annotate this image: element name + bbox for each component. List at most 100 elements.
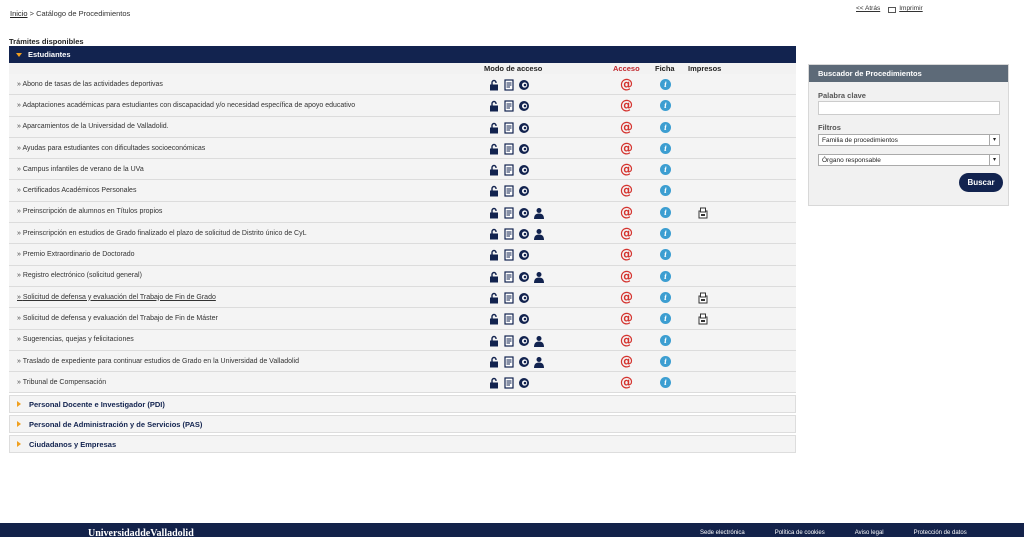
family-select[interactable]: Familia de procedimientos ▾ <box>818 134 1000 146</box>
access-mode-icons <box>488 356 545 370</box>
column-acceso: Acceso <box>613 64 640 73</box>
person-icon <box>533 356 545 370</box>
breadcrumb-home-link[interactable]: Inicio <box>10 9 28 18</box>
online-access-icon[interactable]: @ <box>620 290 633 305</box>
organ-select[interactable]: Órgano responsable ▾ <box>818 154 1000 166</box>
person-icon <box>533 207 545 221</box>
print-form-icon[interactable] <box>697 207 709 221</box>
procedure-link[interactable]: Premio Extraordinario de Doctorado <box>17 251 135 258</box>
table-row: Preinscripción en estudios de Grado fina… <box>9 223 796 245</box>
family-select-value: Familia de procedimientos <box>822 137 898 144</box>
online-access-icon[interactable]: @ <box>620 77 633 92</box>
procedure-link[interactable]: Preinscripción de alumnos en Títulos pro… <box>17 208 163 215</box>
online-access-icon[interactable]: @ <box>620 98 633 113</box>
procedure-link[interactable]: Adaptaciones académicas para estudiantes… <box>17 102 355 109</box>
info-icon[interactable]: i <box>660 142 671 154</box>
section-header-estudiantes[interactable]: Estudiantes <box>9 46 796 63</box>
online-access-icon[interactable]: @ <box>620 333 633 348</box>
procedure-link[interactable]: Abono de tasas de las actividades deport… <box>17 81 162 88</box>
footer-brand: UniversidaddeValladolid <box>88 528 194 537</box>
info-icon[interactable]: i <box>660 100 671 112</box>
info-icon[interactable]: i <box>660 228 671 240</box>
online-access-icon[interactable]: @ <box>620 269 633 284</box>
table-row: Ayudas para estudiantes con dificultades… <box>9 137 796 160</box>
info-icon[interactable]: i <box>660 164 671 176</box>
back-link[interactable]: << Atrás <box>856 5 880 12</box>
procedure-link[interactable]: Aparcamientos de la Universidad de Valla… <box>17 123 168 130</box>
procedure-link[interactable]: Certificados Académicos Personales <box>17 187 137 194</box>
eye-icon <box>518 271 530 285</box>
online-access-icon[interactable]: @ <box>620 375 633 390</box>
info-icon[interactable]: i <box>660 270 671 282</box>
document-icon <box>503 292 515 306</box>
table-row: Aparcamientos de la Universidad de Valla… <box>9 116 796 138</box>
lock-icon <box>488 313 500 327</box>
footer-link[interactable]: Protección de datos <box>914 530 967 536</box>
print-form-icon[interactable] <box>697 313 709 327</box>
procedure-link[interactable]: Solicitud de defensa y evaluación del Tr… <box>17 315 218 322</box>
info-icon[interactable]: i <box>660 79 671 90</box>
print-link[interactable]: Imprimir <box>888 5 923 13</box>
procedure-link[interactable]: Sugerencias, quejas y felicitaciones <box>17 336 134 343</box>
info-icon[interactable]: i <box>660 355 671 367</box>
collapsed-section-header[interactable]: Ciudadanos y Empresas <box>9 435 796 454</box>
lock-icon <box>488 377 500 391</box>
online-access-icon[interactable]: @ <box>620 311 633 326</box>
info-icon[interactable]: i <box>660 334 671 346</box>
procedure-link[interactable]: Ayudas para estudiantes con dificultades… <box>17 145 205 152</box>
online-access-icon[interactable]: @ <box>620 354 633 369</box>
online-access-icon[interactable]: @ <box>620 141 633 156</box>
procedure-link[interactable]: Preinscripción en estudios de Grado fina… <box>17 230 307 237</box>
chevron-right-icon <box>17 441 21 448</box>
keyword-label: Palabra clave <box>818 91 866 100</box>
column-modo-acceso: Modo de acceso <box>484 64 543 73</box>
footer-link[interactable]: Sede electrónica <box>700 530 745 536</box>
search-button[interactable]: Buscar <box>959 173 1003 192</box>
info-icon[interactable]: i <box>660 206 671 218</box>
footer: UniversidaddeValladolid Sede electrónica… <box>0 523 1024 537</box>
eye-icon <box>518 335 530 349</box>
keyword-input[interactable] <box>818 101 1000 115</box>
eye-icon <box>518 122 530 136</box>
info-icon[interactable]: i <box>660 185 671 197</box>
procedure-link[interactable]: Tribunal de Compensación <box>17 379 106 386</box>
lock-icon <box>488 164 500 178</box>
info-icon[interactable]: i <box>660 249 671 261</box>
access-mode-icons <box>488 207 545 221</box>
dropdown-arrow-icon: ▾ <box>989 135 999 145</box>
procedure-link[interactable]: Registro electrónico (solicitud general) <box>17 272 142 279</box>
info-icon[interactable]: i <box>660 291 671 303</box>
info-icon[interactable]: i <box>660 313 671 325</box>
footer-links: Sede electrónica Política de cookies Aviso… <box>700 530 967 536</box>
online-access-icon[interactable]: @ <box>620 226 633 241</box>
procedure-link[interactable]: Campus infantiles de verano de la UVa <box>17 166 144 173</box>
access-mode-icons <box>488 164 530 178</box>
column-ficha: Ficha <box>655 64 675 73</box>
eye-icon <box>518 249 530 263</box>
access-mode-icons <box>488 334 545 349</box>
collapsed-section-header[interactable]: Personal de Administración y de Servicio… <box>9 415 796 434</box>
footer-link[interactable]: Aviso legal <box>855 530 884 536</box>
info-icon[interactable]: i <box>660 377 671 389</box>
online-access-icon[interactable]: @ <box>620 205 633 220</box>
procedure-link[interactable]: Solicitud de defensa y evaluación del Tr… <box>17 294 216 301</box>
online-access-icon[interactable]: @ <box>620 183 633 198</box>
procedure-link[interactable]: Traslado de expediente para continuar es… <box>17 358 299 365</box>
eye-icon <box>518 313 530 327</box>
collapsed-section-label: Ciudadanos y Empresas <box>29 439 117 449</box>
info-icon[interactable]: i <box>660 121 671 133</box>
document-icon <box>503 79 515 93</box>
eye-icon <box>518 143 530 157</box>
document-icon <box>503 164 515 178</box>
breadcrumb-current: Catálogo de Procedimientos <box>36 9 131 18</box>
online-access-icon[interactable]: @ <box>620 247 633 262</box>
footer-link[interactable]: Política de cookies <box>775 530 825 536</box>
online-access-icon[interactable]: @ <box>620 120 633 135</box>
table-row: Campus infantiles de verano de la UVa @ i <box>9 159 796 181</box>
collapsed-section-header[interactable]: Personal Docente e Investigador (PDI) <box>9 395 796 414</box>
collapsed-sections: Personal Docente e Investigador (PDI) Per… <box>9 395 796 454</box>
print-form-icon[interactable] <box>697 292 709 306</box>
online-access-icon[interactable]: @ <box>620 162 633 177</box>
column-headers: Modo de acceso Acceso Ficha Impresos <box>9 63 796 74</box>
eye-icon <box>518 185 530 199</box>
